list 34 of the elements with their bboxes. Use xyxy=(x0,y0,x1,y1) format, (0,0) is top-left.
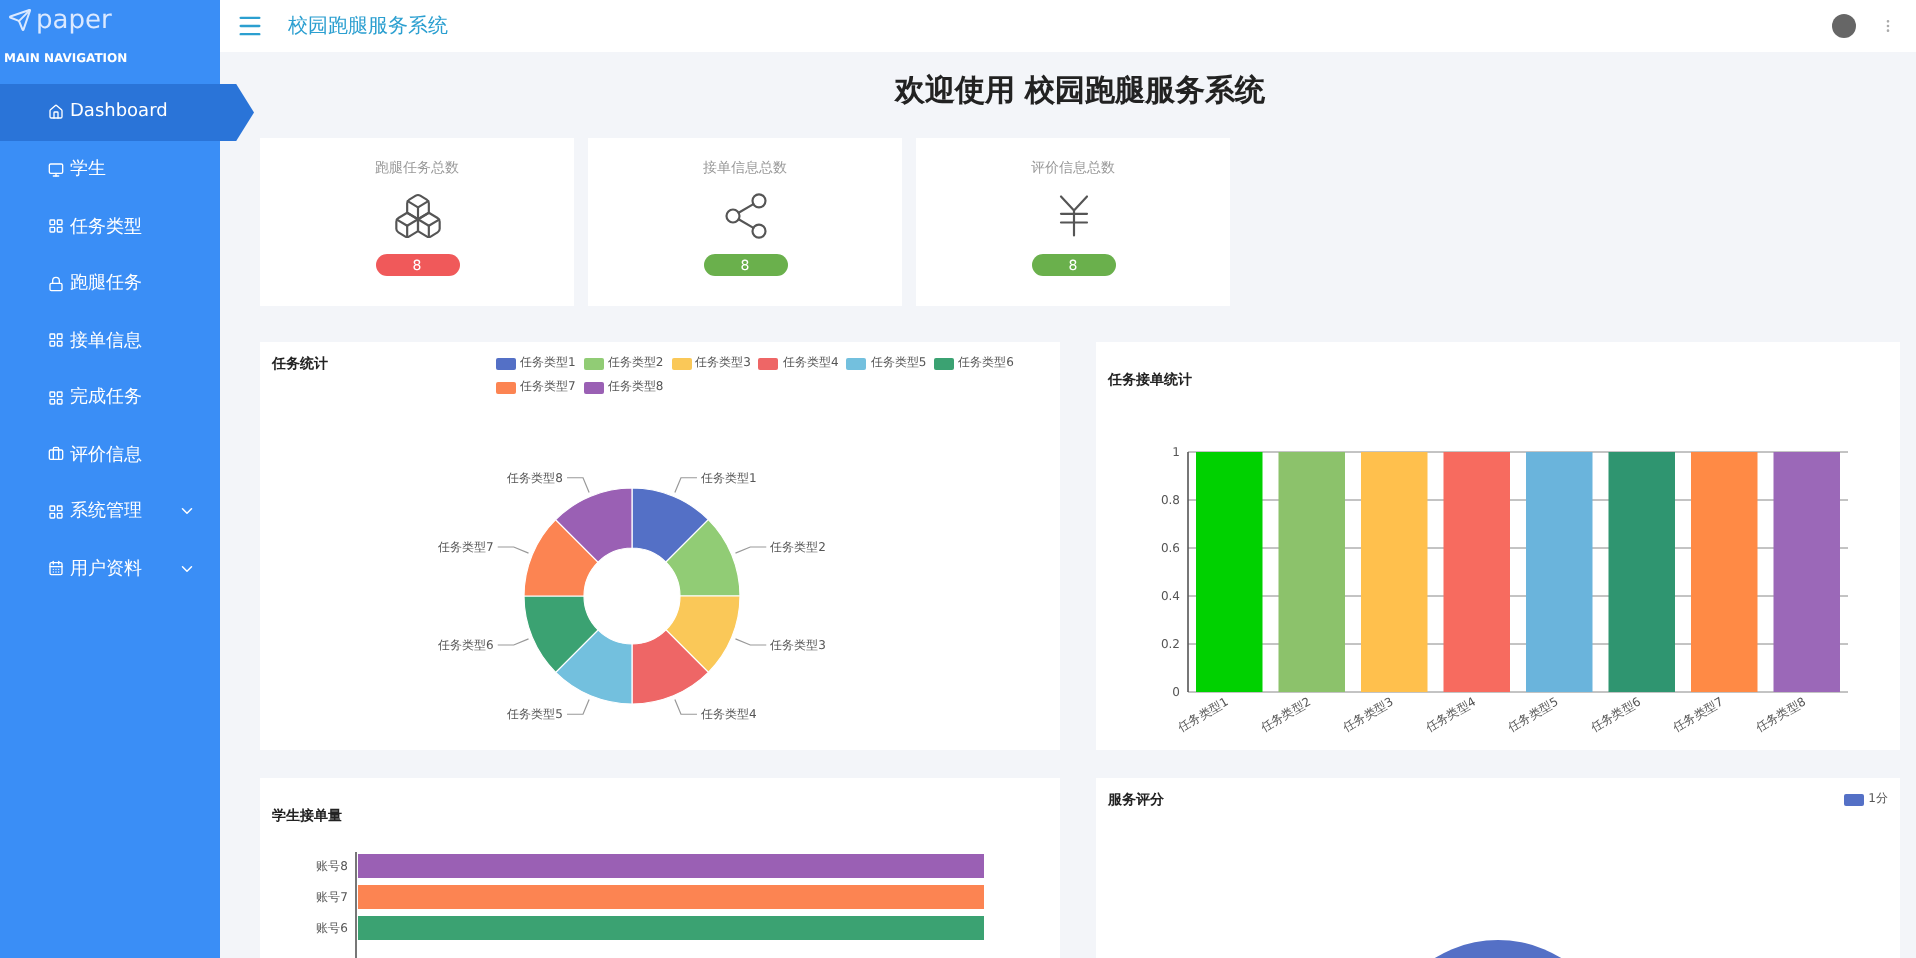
donut-slice xyxy=(555,487,633,563)
sidebar-item[interactable]: Dashboard xyxy=(0,84,254,141)
nav-icon xyxy=(48,332,64,349)
nav-icon xyxy=(48,446,64,463)
welcome-heading: 欢迎使用 校园跑腿服务系统 xyxy=(892,72,1268,110)
nav-icon xyxy=(48,275,64,292)
stat-icon xyxy=(719,190,771,242)
donut-slice xyxy=(523,595,599,673)
nav-icon xyxy=(48,104,64,121)
app-title: 校园跑腿服务系统 xyxy=(288,13,450,40)
donut-slice xyxy=(665,595,741,673)
menu-icon[interactable] xyxy=(236,12,264,40)
leader-line xyxy=(734,546,767,554)
leader-line xyxy=(674,477,698,494)
paper-plane-icon xyxy=(8,8,32,32)
donut-slice xyxy=(631,629,709,705)
donut-slice xyxy=(555,629,633,705)
leader-line xyxy=(566,477,590,494)
nav-icon xyxy=(48,161,64,178)
logo-text: paper xyxy=(36,5,112,35)
donut-slice xyxy=(631,487,709,563)
nav-icon xyxy=(48,218,64,235)
leader-line xyxy=(674,698,698,715)
leader-line xyxy=(497,546,530,554)
leader-line xyxy=(566,698,590,715)
nav-icon xyxy=(48,560,64,577)
donut-slice xyxy=(523,519,599,597)
leader-line xyxy=(734,638,767,646)
avatar-icon[interactable] xyxy=(1832,14,1856,38)
stat-icon xyxy=(391,190,443,242)
nav-icon xyxy=(48,503,64,520)
leader-line xyxy=(497,638,530,646)
donut-slice xyxy=(665,519,741,597)
nav-icon xyxy=(48,389,64,406)
